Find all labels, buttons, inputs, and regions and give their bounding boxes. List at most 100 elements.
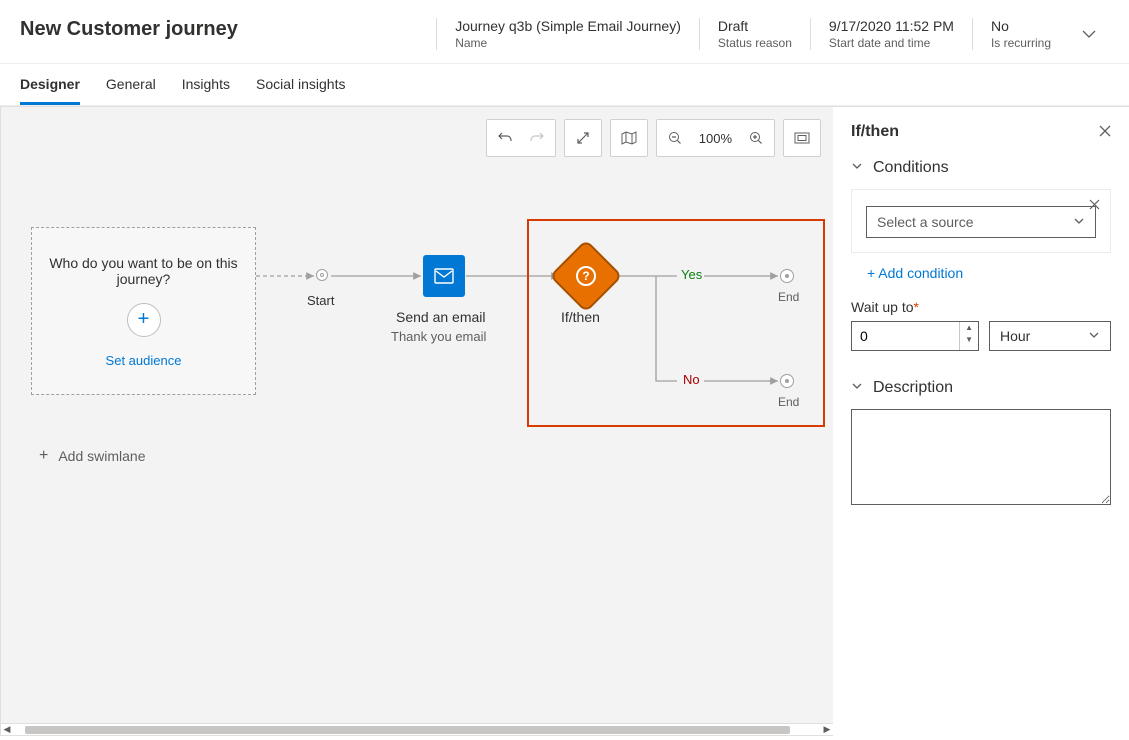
chevron-down-icon [1081,26,1097,42]
required-marker: * [914,299,919,315]
tab-insights[interactable]: Insights [182,64,230,105]
wait-unit-select[interactable]: Hour [989,321,1111,351]
conditions-label: Conditions [873,159,949,177]
scroll-left-arrow[interactable]: ◀ [1,724,13,735]
wait-unit-value: Hour [1000,328,1030,344]
redo-icon [529,130,545,146]
description-section-header[interactable]: Description [851,379,1111,397]
minimap-group [610,119,648,157]
meta-label: Name [455,36,681,50]
meta-recurring: No Is recurring [972,18,1069,50]
zoom-out-icon [668,131,682,145]
select-source-placeholder: Select a source [877,214,974,230]
tabs: Designer General Insights Social insight… [0,64,1129,106]
meta-label: Start date and time [829,36,954,50]
remove-condition-button[interactable] [1089,198,1100,213]
properties-panel: If/then Conditions Select a source + Add… [833,106,1129,736]
chevron-down-icon [851,379,863,397]
end-node-yes[interactable] [780,269,794,283]
wait-value-spinner[interactable]: ▲ ▼ [851,321,979,351]
expand-icon [576,131,590,145]
meta-label: Is recurring [991,36,1051,50]
audience-placeholder[interactable]: Who do you want to be on this journey? +… [31,227,256,395]
panel-title: If/then [851,123,899,141]
page-title: New Customer journey [20,18,436,41]
expand-group [564,119,602,157]
meta-name: Journey q3b (Simple Email Journey) Name [436,18,699,50]
spinner-arrows: ▲ ▼ [959,322,978,350]
scroll-right-arrow[interactable]: ▶ [821,724,833,735]
redo-button[interactable] [523,124,551,152]
spinner-up-button[interactable]: ▲ [960,322,978,334]
email-tile[interactable] [423,255,465,297]
ifthen-tile[interactable]: ? [552,242,620,310]
conditions-section-header[interactable]: Conditions [851,159,1111,177]
description-textarea[interactable] [851,409,1111,505]
tab-designer[interactable]: Designer [20,64,80,105]
designer-canvas[interactable]: Who do you want to be on this journey? +… [1,157,833,723]
meta-label: Status reason [718,36,792,50]
plus-icon: + [39,447,48,465]
zoom-out-button[interactable] [661,124,689,152]
horizontal-scrollbar[interactable]: ◀ ▶ [1,723,833,735]
header-meta: Journey q3b (Simple Email Journey) Name … [436,18,1069,50]
expand-header-button[interactable] [1069,18,1109,53]
undo-icon [497,130,513,146]
close-icon [1099,125,1111,137]
tab-general[interactable]: General [106,64,156,105]
select-source-dropdown[interactable]: Select a source [866,206,1096,238]
question-icon: ? [576,266,596,286]
email-icon [434,268,454,284]
undo-button[interactable] [491,124,519,152]
email-title-label: Send an email [396,309,486,325]
tab-social-insights[interactable]: Social insights [256,64,346,105]
wait-value-input[interactable] [852,322,959,350]
expand-button[interactable] [569,124,597,152]
designer-canvas-wrap: 100% Who do you want [0,106,833,736]
close-panel-button[interactable] [1099,124,1111,140]
chevron-down-icon [851,159,863,177]
start-label: Start [307,293,334,308]
zoom-in-icon [749,131,763,145]
end-node-no[interactable] [780,374,794,388]
chevron-down-icon [1073,214,1085,230]
add-swimlane-button[interactable]: + Add swimlane [39,447,146,465]
zoom-group: 100% [656,119,775,157]
wait-row: ▲ ▼ Hour [851,321,1111,351]
plus-icon: + [138,308,150,331]
add-audience-button[interactable]: + [127,303,161,337]
wait-label-text: Wait up to [851,299,914,315]
zoom-in-button[interactable] [742,124,770,152]
description-label: Description [873,379,953,397]
zoom-level: 100% [693,131,738,146]
page-header: New Customer journey Journey q3b (Simple… [0,0,1129,64]
scrollbar-thumb[interactable] [25,726,790,734]
add-swimlane-label: Add swimlane [58,448,145,464]
ifthen-label: If/then [561,309,600,325]
add-condition-link[interactable]: + Add condition [867,265,963,281]
chevron-down-icon [1088,328,1100,344]
close-icon [1089,199,1100,210]
fit-icon [794,132,810,144]
undo-redo-group [486,119,556,157]
set-audience-link[interactable]: Set audience [106,353,182,368]
map-icon [621,131,637,145]
panel-header: If/then [851,123,1111,141]
branch-yes-label: Yes [681,267,702,282]
start-node[interactable] [316,269,328,281]
condition-card: Select a source [851,189,1111,253]
branch-no-label: No [683,372,700,387]
meta-value: Journey q3b (Simple Email Journey) [455,18,681,34]
spinner-down-button[interactable]: ▼ [960,334,978,346]
end-label-no: End [778,395,799,409]
fit-button[interactable] [788,124,816,152]
email-subtitle-label: Thank you email [391,329,486,344]
meta-value: 9/17/2020 11:52 PM [829,18,954,34]
meta-value: Draft [718,18,792,34]
canvas-toolbar: 100% [1,107,833,157]
body: 100% Who do you want [0,106,1129,736]
minimap-button[interactable] [615,124,643,152]
fit-group [783,119,821,157]
meta-startdate: 9/17/2020 11:52 PM Start date and time [810,18,972,50]
audience-question: Who do you want to be on this journey? [48,255,239,287]
